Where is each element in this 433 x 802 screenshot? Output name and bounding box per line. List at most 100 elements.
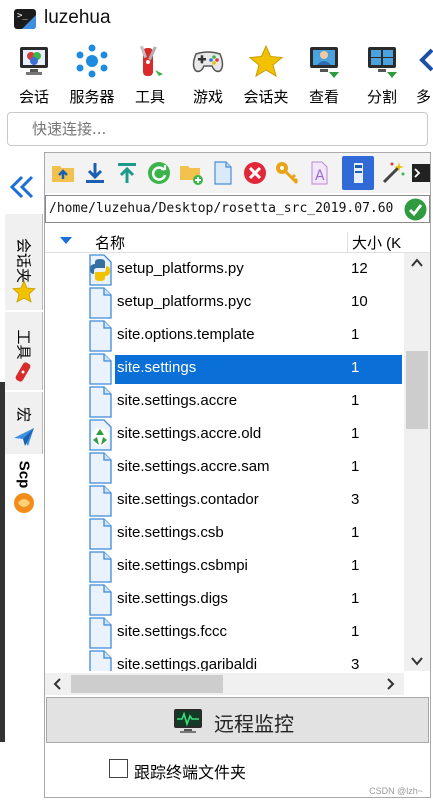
toggle-view-button[interactable] [342,156,374,190]
recycle-file-icon [86,419,114,451]
scroll-up-icon[interactable] [404,253,430,273]
file-size: 1 [351,359,360,376]
file-list-header: 名称 大小 (K [45,229,430,253]
star-icon [248,44,284,78]
sort-descending-icon[interactable] [59,236,73,246]
python-file-icon [86,254,114,286]
file-icon [86,551,114,583]
follow-terminal-label: 跟踪终端文件夹 [134,765,247,782]
file-row[interactable]: site.options.template 1 [45,319,404,352]
side-tab-tools[interactable]: 工具 [5,312,43,390]
file-name: site.settings.contador [117,491,259,508]
collapse-sidebar-button[interactable] [6,172,38,202]
quick-connect-input[interactable] [7,112,428,146]
terminal-button[interactable] [411,160,430,186]
file-name: site.settings.garibaldi [117,656,258,671]
file-size: 12 [351,260,368,277]
side-tab-label: Scp [15,460,33,489]
file-row[interactable]: site.settings.fccc 1 [45,616,404,649]
new-file-button[interactable] [210,160,236,186]
refresh-button[interactable] [146,160,172,186]
file-row[interactable]: site.settings.accre.sam 1 [45,451,404,484]
file-row[interactable]: site.settings.csbmpi 1 [45,550,404,583]
file-name: site.settings.csb [117,524,224,541]
scroll-down-icon[interactable] [404,651,430,671]
gamepad-icon [192,51,224,73]
vertical-scroll-thumb[interactable] [406,351,428,429]
file-icon [86,518,114,550]
permissions-button[interactable] [274,160,300,186]
toolbar-split-button[interactable]: 分割 [352,40,412,108]
toolbar-view-button[interactable]: 查看 [294,40,354,108]
file-icon [86,617,114,649]
scroll-left-icon[interactable] [51,677,65,691]
text-icon: A [311,161,328,185]
file-name: site.options.template [117,326,255,343]
toolbar-servers-button[interactable]: 服务器 [62,40,122,108]
file-name: setup_platforms.py [117,260,244,277]
file-row[interactable]: site.settings.garibaldi 3 [45,649,404,671]
remote-monitoring-button[interactable]: 远程监控 [46,697,429,743]
side-tab-macros[interactable]: 宏 [5,392,43,454]
tools-icon [15,362,30,382]
file-icon [86,320,114,352]
file-size: 10 [351,293,368,310]
sftp-icon [14,493,34,513]
delete-button[interactable] [242,160,268,186]
follow-terminal-checkbox[interactable] [109,759,128,778]
column-header-size[interactable]: 大小 (K [347,232,401,253]
download-button[interactable] [82,160,108,186]
file-row[interactable]: setup_platforms.py 12 [45,253,404,286]
path-go-button[interactable] [404,198,427,221]
toolbar-label: 会话夹 [243,89,289,106]
side-tab-scp[interactable]: Scp [5,456,43,518]
refresh-icon [148,162,170,184]
toolbar-more-button[interactable]: 多 [404,40,433,108]
new-folder-icon [180,166,203,185]
file-row[interactable]: site.settings.contador 3 [45,484,404,517]
sftp-panel: A /home/luzehua/Desktop/rosetta_src_2019… [44,152,431,798]
tools-icon [140,45,163,76]
file-row[interactable]: site.settings 1 [45,352,404,385]
main-toolbar: 会话 服务器 工具 游戏 会话夹 查看 分割 多 [0,40,433,108]
file-row[interactable]: site.settings.digs 1 [45,583,404,616]
magic-button[interactable] [380,160,406,186]
file-list: setup_platforms.py 12 setup_platforms.pyc 1… [45,253,430,671]
delete-icon [244,162,266,184]
parent-folder-button[interactable] [50,160,76,186]
horizontal-scrollbar[interactable] [45,673,404,695]
side-tab-bar: 会话夹 工具 宏 Scp [0,152,44,802]
file-row[interactable]: site.settings.accre.old 1 [45,418,404,451]
watermark: CSDN @lzh~ [369,786,423,796]
side-tab-label: 宏 [14,406,31,423]
column-header-name[interactable]: 名称 [95,232,125,253]
vertical-scrollbar[interactable] [404,253,430,671]
network-icon [76,44,108,78]
window-title: luzehua [44,7,111,28]
remote-path-field[interactable]: /home/luzehua/Desktop/rosetta_src_2019.0… [45,195,430,223]
file-name: site.settings.digs [117,590,228,607]
file-row[interactable]: site.settings.csb 1 [45,517,404,550]
checkmark-icon [404,198,427,221]
horizontal-scroll-thumb[interactable] [71,675,223,693]
scroll-right-icon[interactable] [383,677,397,691]
rename-button[interactable]: A [306,160,332,186]
file-name: site.settings.accre.old [117,425,262,442]
toolbar-session-button[interactable]: 会话 [4,40,64,108]
svg-text:A: A [315,168,325,184]
file-row[interactable]: setup_platforms.pyc 10 [45,286,404,319]
file-size: 1 [351,425,360,442]
file-size: 3 [351,491,360,508]
side-tab-sessions[interactable]: 会话夹 [5,214,43,310]
upload-button[interactable] [114,160,140,186]
new-folder-button[interactable] [178,160,204,186]
toolbar-sessions-folder-button[interactable]: 会话夹 [236,40,296,108]
file-icon [86,584,114,616]
toolbar-label: 查看 [308,89,339,106]
toolbar-tools-button[interactable]: 工具 [120,40,180,108]
file-name: setup_platforms.pyc [117,293,252,310]
file-row[interactable]: site.settings.accre 1 [45,385,404,418]
toolbar-games-button[interactable]: 游戏 [178,40,238,108]
file-size: 1 [351,590,360,607]
folder-up-icon [52,166,74,182]
